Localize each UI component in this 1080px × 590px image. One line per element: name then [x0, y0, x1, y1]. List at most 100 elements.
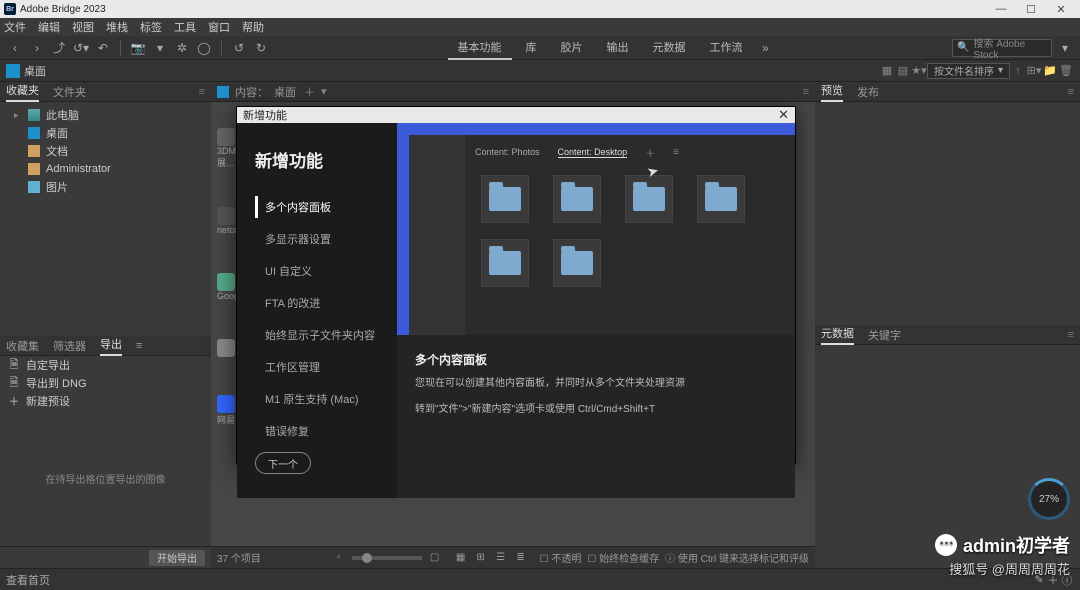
panel-menu-icon[interactable]: ≡ — [136, 340, 142, 352]
workspace-film[interactable]: 胶片 — [551, 36, 593, 60]
tab-favorites[interactable]: 收藏夹 — [6, 82, 39, 102]
menu-tools[interactable]: 工具 — [174, 19, 196, 35]
tree-desktop[interactable]: 桌面 — [0, 124, 211, 142]
new-content-tab-icon[interactable]: ＋ — [304, 84, 315, 100]
menu-window[interactable]: 窗口 — [208, 19, 230, 35]
refine-icon[interactable]: ✲ — [173, 39, 191, 57]
nav-forward-icon[interactable]: › — [28, 39, 46, 57]
content-footer: 37 个项目 ▫ ▢ ▦ ⊞ ☰ ≣ ☐ 不透明 ☐ 始终检查缓存 ⓘ 使用 C… — [211, 546, 815, 568]
tree-administrator[interactable]: Administrator — [0, 160, 211, 178]
rotate-cw-icon[interactable]: ↻ — [252, 39, 270, 57]
filter-star-icon[interactable]: ★▾ — [911, 64, 927, 77]
nav-workspace[interactable]: 工作区管理 — [255, 356, 379, 378]
nav-multi-content[interactable]: 多个内容面板 — [255, 196, 379, 218]
search-dropdown-icon[interactable]: ▾ — [1056, 39, 1074, 57]
tree-this-pc[interactable]: ▸此电脑 — [0, 106, 211, 124]
options-icon[interactable]: ⊞▾ — [1026, 64, 1042, 77]
view-lock-icon[interactable]: ⊞ — [474, 552, 488, 563]
menu-view[interactable]: 视图 — [72, 19, 94, 35]
menu-edit[interactable]: 编辑 — [38, 19, 60, 35]
close-icon[interactable]: ✕ — [778, 107, 789, 123]
nav-bugfix[interactable]: 错误修复 — [255, 420, 379, 442]
panel-menu-icon[interactable]: ≡ — [1068, 86, 1074, 98]
tab-publish[interactable]: 发布 — [857, 84, 879, 100]
list-item[interactable] — [217, 128, 235, 146]
panel-menu-icon[interactable]: ≡ — [803, 86, 809, 98]
camera-import-icon[interactable]: 📷 — [129, 39, 147, 57]
tree-pictures[interactable]: 图片 — [0, 178, 211, 196]
nav-fta[interactable]: FTA 的改进 — [255, 292, 379, 314]
mock-tab-desktop: Content: Desktop — [558, 147, 628, 158]
tab-export[interactable]: 导出 — [100, 336, 122, 356]
workspace-workflow[interactable]: 工作流 — [700, 36, 753, 60]
thumb-small-icon[interactable]: ▫ — [332, 552, 346, 563]
rotate-ccw-icon[interactable]: ↺ — [230, 39, 248, 57]
panel-menu-icon[interactable]: ≡ — [199, 86, 205, 98]
footer-hint-a[interactable]: ☐ 不透明 — [540, 550, 582, 565]
recent-icon[interactable]: ↺▾ — [72, 39, 90, 57]
dialog-title: 新增功能 — [243, 107, 287, 123]
content-prefix: 内容： — [235, 84, 268, 100]
tab-keywords[interactable]: 关键字 — [868, 327, 901, 343]
workspace-more-icon[interactable]: » — [757, 39, 775, 57]
boomerang-icon[interactable]: ↶ — [94, 39, 112, 57]
workspace-essentials[interactable]: 基本功能 — [448, 36, 512, 60]
tree-documents[interactable]: 文档 — [0, 142, 211, 160]
close-button[interactable]: ✕ — [1046, 3, 1076, 16]
nav-ui-custom[interactable]: UI 自定义 — [255, 260, 379, 282]
new-folder-icon[interactable]: 📁 — [1042, 64, 1058, 77]
thumb-large-icon[interactable]: ▢ — [428, 552, 442, 563]
menu-stack[interactable]: 堆栈 — [106, 19, 128, 35]
tab-filter[interactable]: 筛选器 — [53, 338, 86, 354]
open-recent-icon[interactable]: ▾ — [151, 39, 169, 57]
nav-multi-monitor[interactable]: 多显示器设置 — [255, 228, 379, 250]
nav-back-icon[interactable]: ‹ — [6, 39, 24, 57]
list-item[interactable] — [217, 339, 235, 357]
start-export-button[interactable]: 开始导出 — [149, 550, 205, 566]
thumb-size-slider[interactable] — [352, 556, 422, 560]
tab-folders[interactable]: 文件夹 — [53, 84, 86, 100]
grid-small-icon[interactable]: ▦ — [879, 64, 895, 77]
sort-dropdown[interactable]: 按文件名排序▾ — [927, 63, 1010, 79]
path-bar: 桌面 ▦ ▤ ★▾ 按文件名排序▾ ↑ ⊞▾ 📁 🗑 — [0, 60, 1080, 82]
nav-subfolder[interactable]: 始终显示子文件夹内容 — [255, 324, 379, 346]
nav-m1[interactable]: M1 原生支持 (Mac) — [255, 388, 379, 410]
search-input[interactable]: 🔍搜索 Adobe Stock — [952, 39, 1052, 57]
tab-collections[interactable]: 收藏集 — [6, 338, 39, 354]
content-label[interactable]: 桌面 — [274, 84, 296, 100]
nav-up-icon[interactable]: ⤴ — [50, 39, 68, 57]
sort-asc-icon[interactable]: ↑ — [1010, 65, 1026, 77]
dialog-title-bar[interactable]: 新增功能 ✕ — [237, 107, 795, 123]
menu-file[interactable]: 文件 — [4, 19, 26, 35]
export-custom[interactable]: 🗎自定导出 — [0, 356, 211, 374]
path-segment[interactable]: 桌面 — [24, 63, 46, 79]
content-tab-dropdown-icon[interactable]: ▾ — [321, 85, 327, 98]
list-item[interactable] — [217, 273, 235, 291]
delete-icon[interactable]: 🗑 — [1058, 64, 1074, 77]
status-text[interactable]: 查看首页 — [6, 572, 50, 588]
workspace-output[interactable]: 输出 — [597, 36, 639, 60]
workspace-library[interactable]: 库 — [516, 36, 547, 60]
list-item[interactable] — [217, 395, 235, 413]
footer-hint-b[interactable]: ☐ 始终检查缓存 — [587, 550, 659, 565]
tab-metadata[interactable]: 元数据 — [821, 325, 854, 345]
menu-label[interactable]: 标签 — [140, 19, 162, 35]
export-dng[interactable]: 🗎导出到 DNG — [0, 374, 211, 392]
menu-help[interactable]: 帮助 — [242, 19, 264, 35]
export-new-preset[interactable]: ＋新建预设 — [0, 392, 211, 410]
footer-hint-c: ⓘ 使用 Ctrl 键来选择标记和评级 — [665, 550, 809, 565]
view-grid-icon[interactable]: ▦ — [454, 552, 468, 563]
workspace-metadata[interactable]: 元数据 — [643, 36, 696, 60]
list-item[interactable] — [217, 207, 235, 225]
documents-icon — [28, 145, 40, 157]
maximize-button[interactable]: ☐ — [1016, 3, 1046, 16]
minimize-button[interactable]: — — [986, 3, 1016, 15]
desc-title: 多个内容面板 — [415, 351, 777, 368]
view-details-icon[interactable]: ☰ — [494, 552, 508, 563]
panel-menu-icon[interactable]: ≡ — [1068, 329, 1074, 341]
open-in-cr-icon[interactable]: ◯ — [195, 39, 213, 57]
next-button[interactable]: 下一个 — [255, 452, 311, 474]
grid-large-icon[interactable]: ▤ — [895, 64, 911, 77]
tab-preview[interactable]: 预览 — [821, 82, 843, 102]
view-list-icon[interactable]: ≣ — [514, 552, 528, 563]
